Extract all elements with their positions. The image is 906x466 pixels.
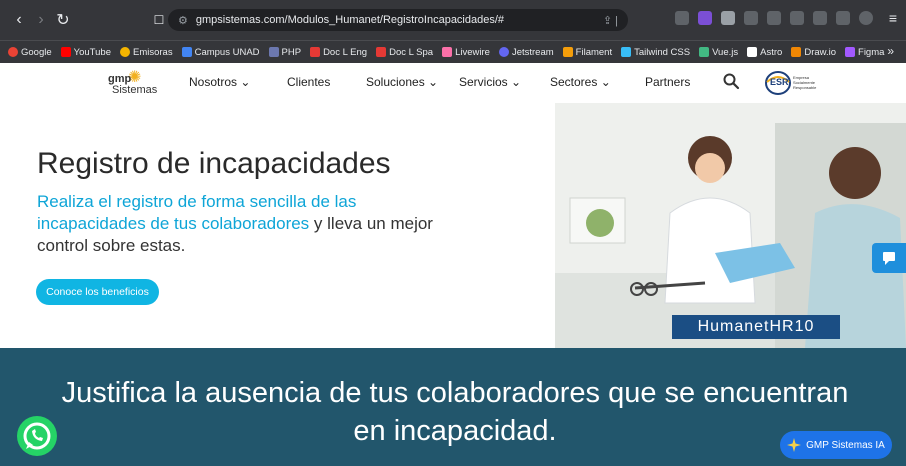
- benefits-button[interactable]: Conoce los beneficios: [36, 279, 159, 305]
- sidebar-icon[interactable]: [813, 11, 827, 25]
- whatsapp-icon: [23, 422, 51, 450]
- site-header: ✺ gmp Sistemas Nosotros ⌄ Clientes Soluc…: [0, 63, 906, 103]
- bookmark-label: PHP: [281, 46, 302, 58]
- doctor-patient-illustration: [555, 103, 906, 348]
- bookmark-favicon-icon: [845, 47, 856, 57]
- bookmark-page-icon[interactable]: ☐: [148, 13, 170, 27]
- profile-icon[interactable]: [859, 11, 873, 25]
- extensions-icon[interactable]: [790, 11, 804, 25]
- bookmark-label: Vue.js: [712, 46, 739, 58]
- bookmark-favicon-icon: [442, 47, 453, 57]
- bookmark-favicon-icon: [376, 47, 387, 57]
- bookmark-label: Doc L Spa: [389, 46, 434, 58]
- nav-nosotros[interactable]: Nosotros ⌄: [189, 75, 250, 89]
- bookmark-label: Tailwind CSS: [634, 46, 691, 58]
- bookmark-item[interactable]: Livewire: [442, 47, 490, 58]
- bookmark-favicon-icon: [699, 47, 710, 57]
- address-bar[interactable]: ⚙ gmpsistemas.com/Modulos_Humanet/Regist…: [168, 9, 628, 31]
- back-icon[interactable]: ‹: [8, 11, 30, 29]
- nav-partners[interactable]: Partners: [645, 75, 690, 89]
- shield-extension-icon[interactable]: [675, 11, 689, 25]
- reading-list-icon[interactable]: [836, 11, 850, 25]
- nav-soluciones[interactable]: Soluciones ⌄: [366, 75, 438, 89]
- bookmark-item[interactable]: Google: [8, 47, 52, 58]
- nav-sectores[interactable]: Sectores ⌄: [550, 75, 611, 89]
- bookmark-favicon-icon: [621, 47, 632, 57]
- bookmark-item[interactable]: Figma: [845, 47, 884, 58]
- bookmark-item[interactable]: Filament: [562, 46, 613, 58]
- puzzle-extension-icon[interactable]: [767, 11, 781, 25]
- calendar-extension-icon[interactable]: [698, 11, 712, 25]
- bookmark-favicon-icon: [310, 47, 321, 57]
- bookmark-item[interactable]: Astro: [747, 47, 782, 58]
- bookmark-favicon-icon: [60, 47, 71, 57]
- bookmark-favicon-icon: [8, 47, 18, 57]
- bookmark-favicon-icon: [562, 47, 573, 57]
- humanet-badge: HumanetHR10: [672, 315, 840, 339]
- gmp-logo[interactable]: ✺ gmp Sistemas: [100, 69, 160, 99]
- bookmark-label: Google: [21, 46, 52, 58]
- site-info-icon[interactable]: ⚙: [178, 14, 188, 27]
- bookmark-label: Emisoras: [132, 46, 173, 58]
- bookmark-favicon-icon: [747, 47, 758, 57]
- bookmark-label: Doc L Eng: [323, 46, 368, 58]
- whatsapp-button[interactable]: [17, 416, 57, 456]
- ai-assistant-button[interactable]: GMP Sistemas IA: [780, 431, 892, 459]
- hero-photo: [555, 103, 906, 348]
- bookmark-favicon-icon: [119, 47, 130, 57]
- search-icon[interactable]: [722, 72, 740, 90]
- chat-bubble-icon: [883, 252, 895, 265]
- extension-icons: ≡: [675, 10, 904, 26]
- share-icon[interactable]: ⇪ |: [603, 14, 618, 27]
- bookmarks-bar: Google YouTube Emisoras Campus UNAD PHP …: [0, 40, 906, 63]
- band-heading: Justifica la ausencia de tus colaborador…: [61, 377, 849, 447]
- ai-button-label: GMP Sistemas IA: [806, 439, 885, 451]
- bookmark-favicon-icon: [791, 47, 802, 57]
- bookmark-item[interactable]: Draw.io: [791, 47, 836, 58]
- page-title: Registro de incapacidades: [37, 147, 391, 180]
- bookmark-label: Astro: [760, 46, 783, 58]
- bookmark-label: Campus UNAD: [194, 46, 260, 58]
- bookmark-favicon-icon: [181, 47, 192, 57]
- bookmark-item[interactable]: PHP: [268, 46, 302, 58]
- forward-icon[interactable]: ›: [30, 11, 52, 29]
- esr-label: ESR: [770, 77, 789, 87]
- bookmark-label: Draw.io: [804, 46, 837, 58]
- bookmark-favicon-icon: [268, 47, 279, 57]
- bookmark-item[interactable]: Vue.js: [699, 47, 738, 58]
- bookmark-label: YouTube: [73, 46, 111, 58]
- esr-logo: ESR Empresa Socialmente Responsable: [765, 70, 825, 96]
- bookmark-item[interactable]: Doc L Eng: [310, 47, 367, 58]
- reload-icon[interactable]: ↻: [52, 10, 74, 30]
- esr-caption: Empresa Socialmente Responsable: [793, 75, 817, 90]
- chat-tab[interactable]: [872, 243, 906, 273]
- bookmark-label: Filament: [575, 46, 613, 58]
- hero-section: Registro de incapacidades Realiza el reg…: [0, 103, 906, 348]
- function-extension-icon[interactable]: [744, 11, 758, 25]
- bookmark-item[interactable]: Tailwind CSS: [621, 47, 690, 58]
- bookmark-item[interactable]: Emisoras: [119, 46, 173, 58]
- hero-subtitle: Realiza el registro de forma sencilla de…: [37, 191, 457, 257]
- bookmark-label: Figma: [858, 46, 885, 58]
- bookmark-item[interactable]: Doc L Spa: [376, 47, 433, 58]
- browser-toolbar: ‹ › ↻ ☐ ⚙ gmpsistemas.com/Modulos_Humane…: [0, 0, 906, 40]
- menu-icon[interactable]: ≡: [882, 10, 904, 26]
- sparkle-icon: [787, 438, 802, 452]
- bookmark-item[interactable]: YouTube: [60, 46, 111, 58]
- more-bookmarks-button[interactable]: »: [887, 44, 894, 58]
- info-band: Justifica la ausencia de tus colaborador…: [0, 348, 906, 466]
- logo-sistemas-text: Sistemas: [112, 84, 158, 96]
- bookmark-favicon-icon: [498, 47, 509, 57]
- bookmark-item[interactable]: Campus UNAD: [181, 46, 260, 58]
- nav-servicios[interactable]: Servicios ⌄: [459, 75, 521, 89]
- bookmark-label: Livewire: [455, 46, 490, 58]
- address-url[interactable]: gmpsistemas.com/Modulos_Humanet/Registro…: [196, 14, 504, 26]
- bookmark-item[interactable]: Jetstream: [498, 46, 554, 58]
- vue-extension-icon[interactable]: [721, 11, 735, 25]
- nav-clientes[interactable]: Clientes: [287, 75, 330, 89]
- bookmark-label: Jetstream: [511, 46, 554, 58]
